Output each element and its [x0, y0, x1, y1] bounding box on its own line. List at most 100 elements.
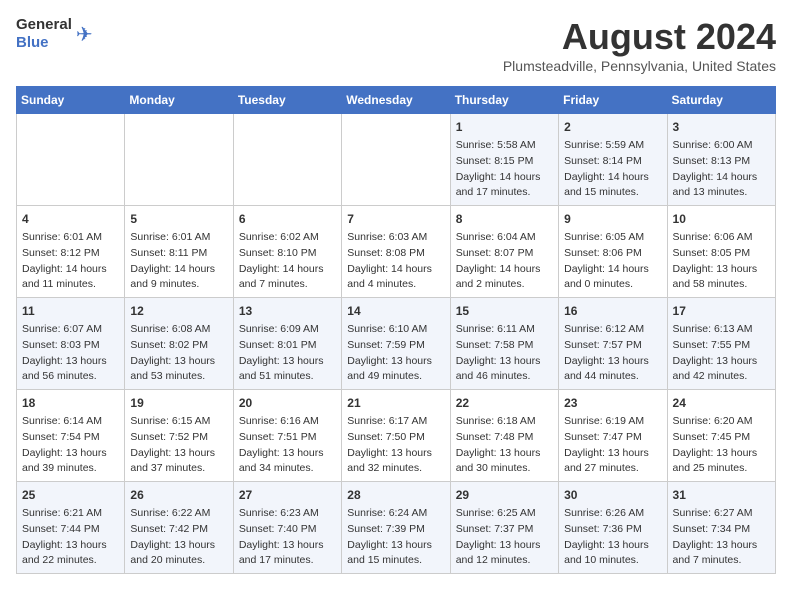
day-info-line: Sunrise: 6:25 AM: [456, 506, 553, 522]
calendar-cell: [125, 114, 233, 206]
day-info-line: and 15 minutes.: [347, 553, 444, 569]
day-info-line: Sunrise: 6:06 AM: [673, 230, 770, 246]
day-info-line: Daylight: 13 hours: [347, 538, 444, 554]
day-info-line: Sunset: 7:34 PM: [673, 522, 770, 538]
day-number: 15: [456, 302, 553, 320]
day-info-line: Daylight: 13 hours: [456, 538, 553, 554]
day-info-line: Sunrise: 6:12 AM: [564, 322, 661, 338]
day-info-line: Sunset: 7:45 PM: [673, 430, 770, 446]
day-info-line: Sunrise: 6:22 AM: [130, 506, 227, 522]
day-info-line: Sunrise: 6:23 AM: [239, 506, 336, 522]
calendar-cell: 14Sunrise: 6:10 AMSunset: 7:59 PMDayligh…: [342, 298, 450, 390]
day-number: 28: [347, 486, 444, 504]
day-info-line: Daylight: 14 hours: [347, 262, 444, 278]
day-info-line: Daylight: 13 hours: [239, 354, 336, 370]
day-number: 13: [239, 302, 336, 320]
day-info-line: Sunset: 8:06 PM: [564, 246, 661, 262]
calendar-cell: 11Sunrise: 6:07 AMSunset: 8:03 PMDayligh…: [17, 298, 125, 390]
day-info-line: Daylight: 13 hours: [564, 354, 661, 370]
day-info-line: Sunrise: 6:11 AM: [456, 322, 553, 338]
day-info-line: Sunset: 7:42 PM: [130, 522, 227, 538]
day-info-line: Sunset: 7:50 PM: [347, 430, 444, 446]
day-number: 30: [564, 486, 661, 504]
day-info-line: Daylight: 13 hours: [22, 446, 119, 462]
day-info-line: and 17 minutes.: [239, 553, 336, 569]
day-info-line: and 12 minutes.: [456, 553, 553, 569]
day-info-line: Sunset: 8:15 PM: [456, 154, 553, 170]
calendar-cell: 2Sunrise: 5:59 AMSunset: 8:14 PMDaylight…: [559, 114, 667, 206]
day-info-line: Sunset: 8:12 PM: [22, 246, 119, 262]
day-number: 3: [673, 118, 770, 136]
title-section: August 2024 Plumsteadville, Pennsylvania…: [503, 16, 776, 74]
day-info-line: Daylight: 13 hours: [673, 446, 770, 462]
subtitle: Plumsteadville, Pennsylvania, United Sta…: [503, 58, 776, 74]
day-info-line: and 39 minutes.: [22, 461, 119, 477]
day-number: 29: [456, 486, 553, 504]
day-info-line: Sunrise: 6:27 AM: [673, 506, 770, 522]
day-info-line: Daylight: 13 hours: [239, 538, 336, 554]
calendar-body: 1Sunrise: 5:58 AMSunset: 8:15 PMDaylight…: [17, 114, 776, 574]
day-info-line: Daylight: 14 hours: [564, 170, 661, 186]
logo-bird-icon: ✈: [76, 22, 93, 47]
main-title: August 2024: [503, 16, 776, 58]
day-info-line: Sunrise: 6:21 AM: [22, 506, 119, 522]
day-info-line: Sunset: 8:11 PM: [130, 246, 227, 262]
calendar-header: SundayMondayTuesdayWednesdayThursdayFrid…: [17, 87, 776, 114]
day-number: 16: [564, 302, 661, 320]
day-number: 19: [130, 394, 227, 412]
day-info-line: Daylight: 14 hours: [456, 170, 553, 186]
day-number: 23: [564, 394, 661, 412]
day-info-line: Sunset: 7:52 PM: [130, 430, 227, 446]
calendar-cell: [17, 114, 125, 206]
day-info-line: Sunrise: 6:04 AM: [456, 230, 553, 246]
day-info-line: and 46 minutes.: [456, 369, 553, 385]
day-info-line: Sunset: 8:13 PM: [673, 154, 770, 170]
day-info-line: Daylight: 14 hours: [22, 262, 119, 278]
day-number: 11: [22, 302, 119, 320]
calendar-week-3: 11Sunrise: 6:07 AMSunset: 8:03 PMDayligh…: [17, 298, 776, 390]
calendar-cell: [342, 114, 450, 206]
calendar-cell: 15Sunrise: 6:11 AMSunset: 7:58 PMDayligh…: [450, 298, 558, 390]
day-info-line: Sunrise: 6:26 AM: [564, 506, 661, 522]
calendar-cell: 6Sunrise: 6:02 AMSunset: 8:10 PMDaylight…: [233, 206, 341, 298]
day-info-line: Sunset: 7:48 PM: [456, 430, 553, 446]
day-number: 4: [22, 210, 119, 228]
day-number: 20: [239, 394, 336, 412]
calendar-cell: 10Sunrise: 6:06 AMSunset: 8:05 PMDayligh…: [667, 206, 775, 298]
day-info-line: Daylight: 14 hours: [456, 262, 553, 278]
day-info-line: and 53 minutes.: [130, 369, 227, 385]
calendar-cell: 16Sunrise: 6:12 AMSunset: 7:57 PMDayligh…: [559, 298, 667, 390]
calendar-cell: 23Sunrise: 6:19 AMSunset: 7:47 PMDayligh…: [559, 390, 667, 482]
day-info-line: Sunrise: 6:13 AM: [673, 322, 770, 338]
day-info-line: Sunset: 7:59 PM: [347, 338, 444, 354]
day-info-line: Daylight: 13 hours: [456, 354, 553, 370]
day-info-line: and 42 minutes.: [673, 369, 770, 385]
calendar-cell: 29Sunrise: 6:25 AMSunset: 7:37 PMDayligh…: [450, 482, 558, 574]
calendar-cell: 27Sunrise: 6:23 AMSunset: 7:40 PMDayligh…: [233, 482, 341, 574]
day-info-line: and 44 minutes.: [564, 369, 661, 385]
calendar-cell: 30Sunrise: 6:26 AMSunset: 7:36 PMDayligh…: [559, 482, 667, 574]
day-info-line: Sunrise: 6:01 AM: [22, 230, 119, 246]
day-number: 2: [564, 118, 661, 136]
calendar-cell: 5Sunrise: 6:01 AMSunset: 8:11 PMDaylight…: [125, 206, 233, 298]
day-info-line: and 49 minutes.: [347, 369, 444, 385]
calendar-cell: 31Sunrise: 6:27 AMSunset: 7:34 PMDayligh…: [667, 482, 775, 574]
day-info-line: Sunset: 8:14 PM: [564, 154, 661, 170]
day-info-line: Sunset: 8:03 PM: [22, 338, 119, 354]
logo-blue-text: Blue: [16, 34, 49, 51]
day-info-line: and 32 minutes.: [347, 461, 444, 477]
calendar-cell: 1Sunrise: 5:58 AMSunset: 8:15 PMDaylight…: [450, 114, 558, 206]
day-info-line: Sunrise: 6:15 AM: [130, 414, 227, 430]
calendar-cell: 4 Sunrise: 6:01 AMSunset: 8:12 PMDaylight…: [17, 206, 125, 298]
day-info-line: Sunset: 7:44 PM: [22, 522, 119, 538]
day-number: 18: [22, 394, 119, 412]
day-info-line: Sunset: 7:55 PM: [673, 338, 770, 354]
weekday-header-sunday: Sunday: [17, 87, 125, 114]
calendar-cell: 20Sunrise: 6:16 AMSunset: 7:51 PMDayligh…: [233, 390, 341, 482]
day-number: 26: [130, 486, 227, 504]
calendar-week-4: 18Sunrise: 6:14 AMSunset: 7:54 PMDayligh…: [17, 390, 776, 482]
weekday-header-tuesday: Tuesday: [233, 87, 341, 114]
calendar-cell: 24Sunrise: 6:20 AMSunset: 7:45 PMDayligh…: [667, 390, 775, 482]
day-info-line: and 7 minutes.: [239, 277, 336, 293]
day-info-line: Sunset: 8:02 PM: [130, 338, 227, 354]
